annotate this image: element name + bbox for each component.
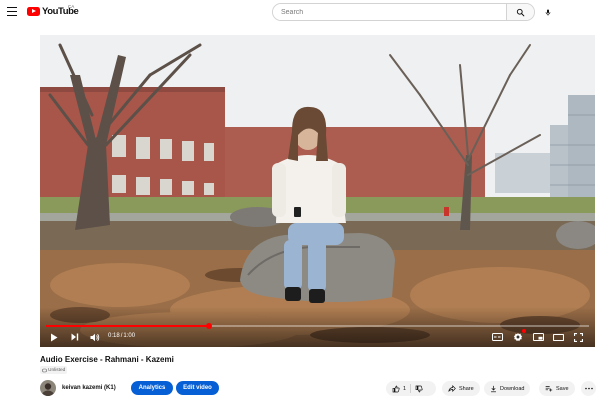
- download-label: Download: [500, 385, 525, 392]
- edit-video-button[interactable]: Edit video: [176, 381, 219, 395]
- channel-name[interactable]: keivan kazemi (K1): [62, 385, 116, 391]
- fullscreen-button[interactable]: [573, 332, 584, 342]
- thumbs-up-icon: [392, 385, 400, 392]
- region-code: CA: [68, 4, 75, 9]
- current-time: 0:18: [108, 333, 120, 339]
- duration: 1:00: [123, 333, 136, 339]
- progress-bar[interactable]: [46, 323, 589, 329]
- download-icon: [491, 385, 496, 392]
- play-icon: [51, 333, 58, 341]
- settings-button[interactable]: [512, 329, 526, 342]
- search-button[interactable]: [506, 4, 534, 20]
- theater-icon: [552, 333, 564, 341]
- miniplayer-icon: [532, 333, 544, 341]
- visibility-label: Unlisted: [48, 367, 66, 373]
- like-count: 1: [403, 385, 407, 392]
- next-icon: [71, 333, 79, 341]
- save-button[interactable]: Save: [539, 381, 575, 396]
- lock-icon: [42, 368, 47, 372]
- thumbs-down-icon: [415, 385, 423, 392]
- play-button[interactable]: [49, 332, 59, 342]
- volume-icon: [90, 333, 100, 341]
- search-input[interactable]: [273, 4, 506, 20]
- like-divider: [410, 384, 412, 393]
- captions-icon: [491, 333, 503, 341]
- miniplayer-button[interactable]: [532, 332, 544, 342]
- progress-scrubber[interactable]: [205, 323, 212, 329]
- dislike-button[interactable]: [415, 381, 423, 396]
- visibility-badge: Unlisted: [40, 366, 68, 374]
- volume-button[interactable]: [90, 332, 100, 342]
- time-display: 0:18/1:00: [108, 333, 135, 339]
- video-title: Audio Exercise - Rahmani - Kazemi: [40, 355, 174, 364]
- progress-fill: [46, 325, 209, 327]
- save-icon: [545, 386, 553, 392]
- settings-icon: [513, 332, 522, 342]
- analytics-button[interactable]: Analytics: [131, 381, 173, 395]
- save-label: Save: [556, 385, 569, 392]
- search-icon: [516, 8, 525, 16]
- more-actions-button[interactable]: [581, 381, 596, 396]
- video-frame: [40, 35, 595, 347]
- download-button[interactable]: Download: [484, 381, 531, 396]
- share-button[interactable]: Share: [442, 381, 480, 396]
- more-icon: [584, 387, 593, 390]
- avatar[interactable]: [40, 380, 56, 396]
- share-label: Share: [459, 385, 474, 392]
- search-bar: [272, 3, 535, 21]
- like-button[interactable]: 1: [386, 381, 406, 396]
- like-dislike-group: 1: [386, 381, 436, 396]
- share-icon: [448, 385, 456, 392]
- voice-search-button[interactable]: [540, 4, 556, 20]
- avatar-image: [40, 380, 56, 396]
- theater-mode-button[interactable]: [552, 332, 564, 342]
- top-bar: YouTube CA: [0, 0, 600, 26]
- next-button[interactable]: [70, 332, 80, 342]
- microphone-icon: [545, 9, 551, 15]
- menu-icon[interactable]: [7, 7, 17, 17]
- captions-button[interactable]: [491, 332, 503, 342]
- video-player[interactable]: 0:18/1:00: [40, 35, 595, 347]
- hd-badge: [522, 329, 526, 333]
- youtube-logo-icon: [27, 7, 40, 16]
- fullscreen-icon: [574, 332, 583, 342]
